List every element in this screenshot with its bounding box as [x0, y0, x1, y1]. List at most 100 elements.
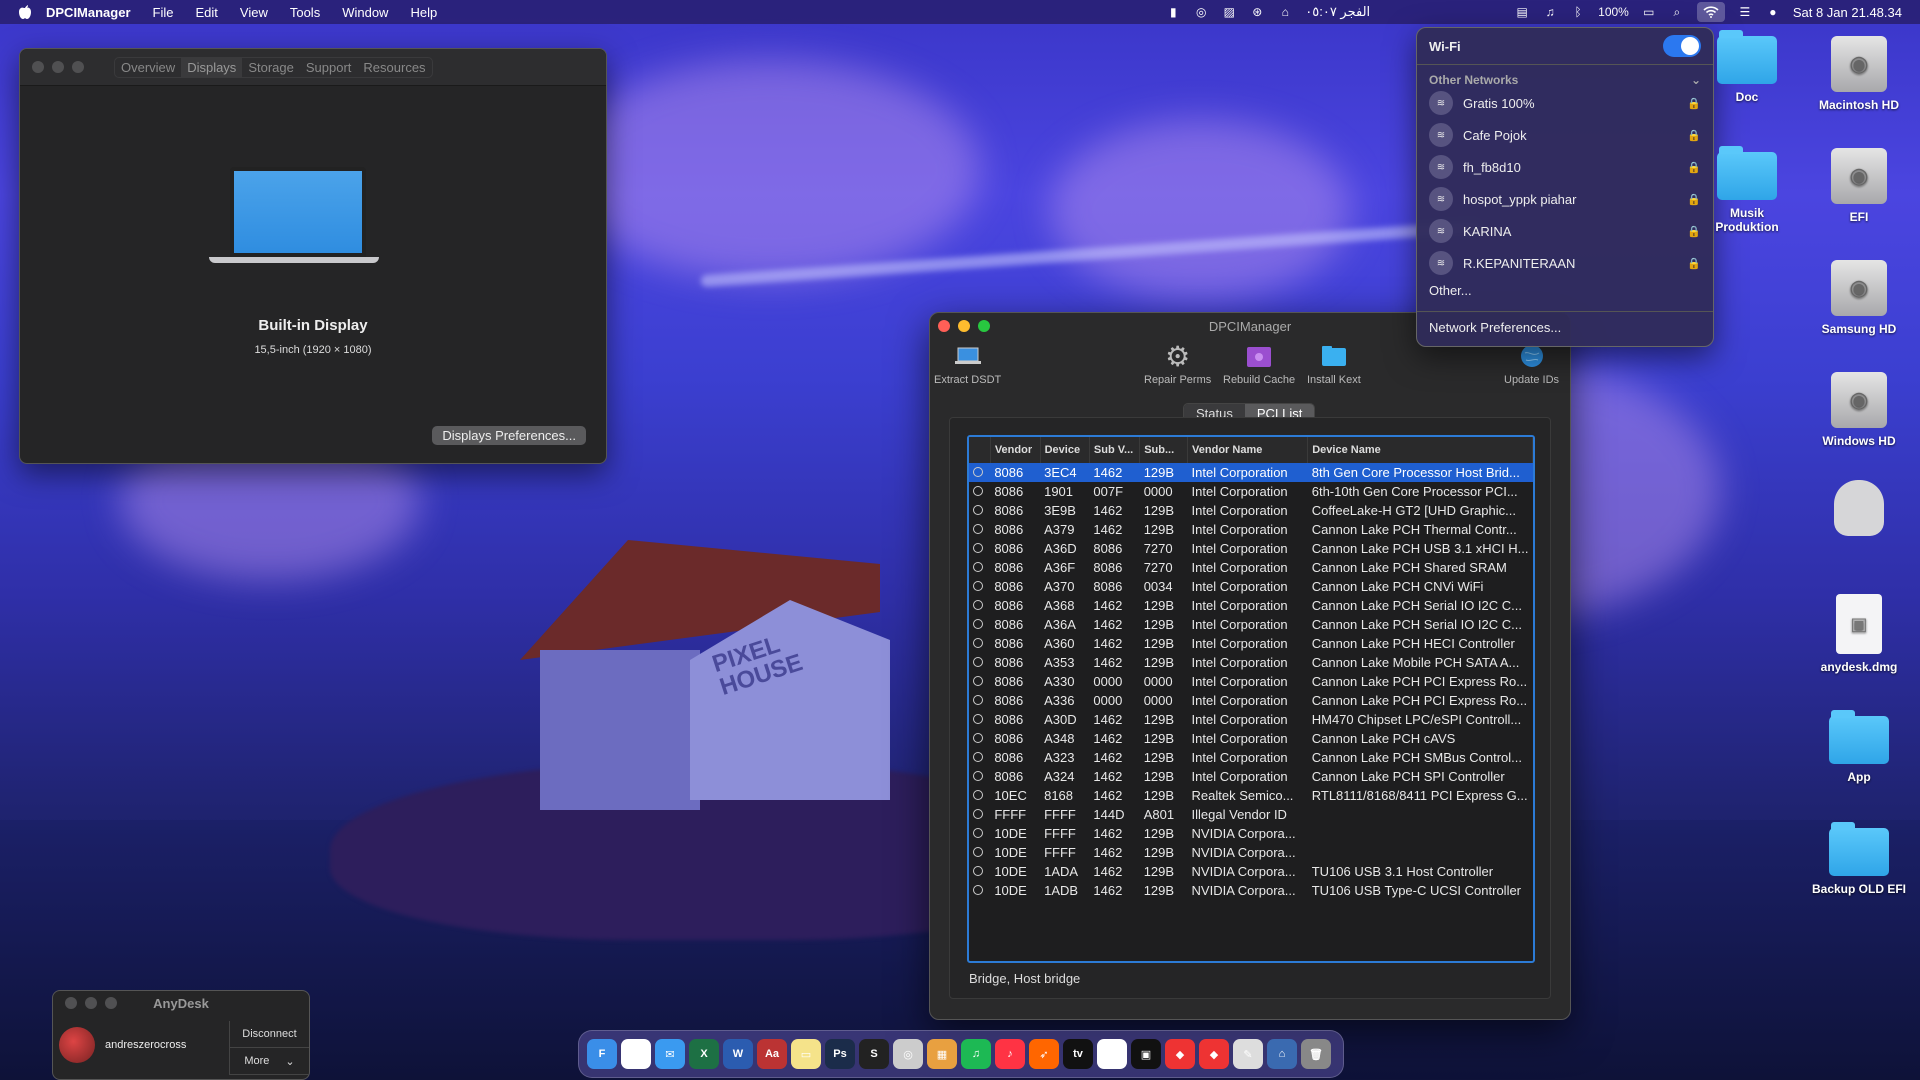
bluetooth-icon[interactable]: ᛒ	[1570, 4, 1586, 20]
table-row[interactable]: 8086 A348 1462 129B Intel Corporation Cannon …	[969, 729, 1533, 748]
tv-icon[interactable]: tv	[1063, 1039, 1093, 1069]
table-row[interactable]: 8086 A36D 8086 7270 Intel Corporation Cannon …	[969, 539, 1533, 558]
desktop-item-app[interactable]: App	[1804, 710, 1914, 784]
wifi-network-item[interactable]: ≋ R.KEPANITERAAN 🔒	[1417, 247, 1713, 279]
steam-icon[interactable]: S	[859, 1039, 889, 1069]
table-row[interactable]: 8086 A323 1462 129B Intel Corporation Cannon …	[969, 748, 1533, 767]
table-row[interactable]: 10EC 8168 1462 129B Realtek Semico... RTL8111…	[969, 786, 1533, 805]
prayer-time[interactable]: الفجر ٠٥:٠٧	[1305, 4, 1370, 20]
sync-icon[interactable]: ⊛	[1249, 4, 1265, 20]
script-icon[interactable]: ✎	[1233, 1039, 1263, 1069]
menu-help[interactable]: Help	[410, 5, 437, 20]
chrome-icon[interactable]: C	[621, 1039, 651, 1069]
wifi-network-item[interactable]: ≋ Gratis 100% 🔒	[1417, 87, 1713, 119]
desktop-item-macintosh-hd[interactable]: ◉ Macintosh HD	[1804, 36, 1914, 112]
repair-perms-button[interactable]: ⚙ Repair Perms	[1144, 341, 1211, 387]
battery-icon[interactable]: ▭	[1641, 4, 1657, 20]
minimize-button[interactable]	[52, 61, 64, 73]
network-icon[interactable]: ⌂	[1267, 1039, 1297, 1069]
dictionary-icon[interactable]: Aa	[757, 1039, 787, 1069]
wifi-icon[interactable]	[1696, 2, 1725, 22]
close-button[interactable]	[32, 61, 44, 73]
table-row[interactable]: FFFF FFFF 144D A801 Illegal Vendor ID	[969, 805, 1533, 824]
update-ids-button[interactable]: Update IDs	[1504, 341, 1559, 386]
column-header-vendor-name[interactable]: Vendor Name	[1187, 437, 1309, 463]
close-button[interactable]	[938, 320, 950, 332]
table-row[interactable]: 10DE 1ADA 1462 129B NVIDIA Corpora... TU106 U…	[969, 862, 1533, 881]
word-icon[interactable]: W	[723, 1039, 753, 1069]
tab-storage[interactable]: Storage	[242, 58, 300, 77]
control-center-icon[interactable]: ☰	[1737, 4, 1753, 20]
rebuild-cache-button[interactable]: Rebuild Cache	[1223, 341, 1295, 386]
network-preferences-item[interactable]: Network Preferences...	[1417, 312, 1713, 343]
table-row[interactable]: 8086 3EC4 1462 129B Intel Corporation 8th Gen…	[969, 463, 1533, 482]
utility-icon[interactable]: ◎	[893, 1039, 923, 1069]
table-row[interactable]: 8086 A36A 1462 129B Intel Corporation Cannon …	[969, 615, 1533, 634]
disconnect-button[interactable]: Disconnect	[229, 1021, 309, 1048]
photos-icon[interactable]: ▦	[927, 1039, 957, 1069]
other-networks-section[interactable]: Other Networks ⌄	[1417, 65, 1713, 87]
table-row[interactable]: 10DE FFFF 1462 129B NVIDIA Corpora...	[969, 824, 1533, 843]
wifi-network-item[interactable]: ≋ KARINA 🔒	[1417, 215, 1713, 247]
table-row[interactable]: 8086 1901 007F 0000 Intel Corporation 6th-10t…	[969, 482, 1533, 501]
table-row[interactable]: 8086 A379 1462 129B Intel Corporation Cannon …	[969, 520, 1533, 539]
zoom-button[interactable]	[978, 320, 990, 332]
table-row[interactable]: 8086 A353 1462 129B Intel Corporation Cannon …	[969, 653, 1533, 672]
app-icon[interactable]: ▣	[1131, 1039, 1161, 1069]
tab-resources[interactable]: Resources	[357, 58, 431, 77]
table-row[interactable]: 8086 A360 1462 129B Intel Corporation Cannon …	[969, 634, 1533, 653]
search-icon[interactable]: ⌕	[1669, 4, 1685, 20]
menu-edit[interactable]: Edit	[195, 5, 217, 20]
table-row[interactable]: 8086 A30D 1462 129B Intel Corporation HM470 C…	[969, 710, 1533, 729]
desktop-item-windows-hd[interactable]: ◉ Windows HD	[1804, 372, 1914, 448]
mail-icon[interactable]: ✉	[655, 1039, 685, 1069]
extract-dsdt-button[interactable]: Extract DSDT	[934, 341, 1001, 386]
keyboard-icon[interactable]: ▤	[1514, 4, 1530, 20]
table-row[interactable]: 10DE FFFF 1462 129B NVIDIA Corpora...	[969, 843, 1533, 862]
menu-view[interactable]: View	[240, 5, 268, 20]
photoshop-icon[interactable]: Ps	[825, 1039, 855, 1069]
menu-file[interactable]: File	[153, 5, 174, 20]
music-icon[interactable]: ♪	[995, 1039, 1025, 1069]
mosque-icon[interactable]: ⌂	[1277, 4, 1293, 20]
tab-overview[interactable]: Overview	[115, 58, 181, 77]
desktop-item-efi[interactable]: ◉ EFI	[1804, 148, 1914, 224]
app-icon[interactable]: ▤	[1097, 1039, 1127, 1069]
minimize-button[interactable]	[958, 320, 970, 332]
swift-icon[interactable]: ➶	[1029, 1039, 1059, 1069]
wifi-network-item[interactable]: ≋ fh_fb8d10 🔒	[1417, 151, 1713, 183]
more-button[interactable]: More ⌄	[229, 1048, 309, 1075]
column-header-device[interactable]: Device	[1040, 437, 1090, 463]
desktop-item-skull[interactable]	[1804, 480, 1914, 542]
battery-percent[interactable]: 100%	[1598, 5, 1629, 19]
tab-support[interactable]: Support	[300, 58, 358, 77]
menu-tools[interactable]: Tools	[290, 5, 320, 20]
anydesk-icon[interactable]: ◆	[1165, 1039, 1195, 1069]
wifi-network-item[interactable]: ≋ Cafe Pojok 🔒	[1417, 119, 1713, 151]
apple-icon[interactable]	[16, 3, 34, 21]
table-row[interactable]: 8086 A36F 8086 7270 Intel Corporation Cannon …	[969, 558, 1533, 577]
tab-displays[interactable]: Displays	[181, 57, 243, 77]
creative-cloud-icon[interactable]: ◎	[1193, 4, 1209, 20]
table-row[interactable]: 8086 A324 1462 129B Intel Corporation Cannon …	[969, 767, 1533, 786]
column-header-device-name[interactable]: Device Name	[1307, 437, 1533, 463]
finder-icon[interactable]: F	[587, 1039, 617, 1069]
desktop-item-doc[interactable]: Doc	[1692, 30, 1802, 104]
clock[interactable]: Sat 8 Jan 21.48.34	[1793, 5, 1902, 20]
anydesk-icon[interactable]: ◆	[1199, 1039, 1229, 1069]
activity-icon[interactable]: ▨	[1221, 4, 1237, 20]
column-header-vendor[interactable]: Vendor	[990, 437, 1041, 463]
menu-app-name[interactable]: DPCIManager	[46, 5, 131, 20]
table-row[interactable]: 8086 A336 0000 0000 Intel Corporation Cannon …	[969, 691, 1533, 710]
desktop-item-samsung-hd[interactable]: ◉ Samsung HD	[1804, 260, 1914, 336]
column-header-subdevice[interactable]: Sub...	[1139, 437, 1189, 463]
table-row[interactable]: 8086 A370 8086 0034 Intel Corporation Cannon …	[969, 577, 1533, 596]
column-header-subvendor[interactable]: Sub V...	[1089, 437, 1141, 463]
table-row[interactable]: 8086 A330 0000 0000 Intel Corporation Cannon …	[969, 672, 1533, 691]
install-kext-button[interactable]: Install Kext	[1307, 341, 1361, 386]
zoom-button[interactable]	[72, 61, 84, 73]
trash-icon[interactable]: 🗑	[1301, 1039, 1331, 1069]
displays-preferences-button[interactable]: Displays Preferences...	[432, 426, 586, 445]
other-network-item[interactable]: Other...	[1417, 279, 1713, 312]
notes-icon[interactable]: ▭	[791, 1039, 821, 1069]
